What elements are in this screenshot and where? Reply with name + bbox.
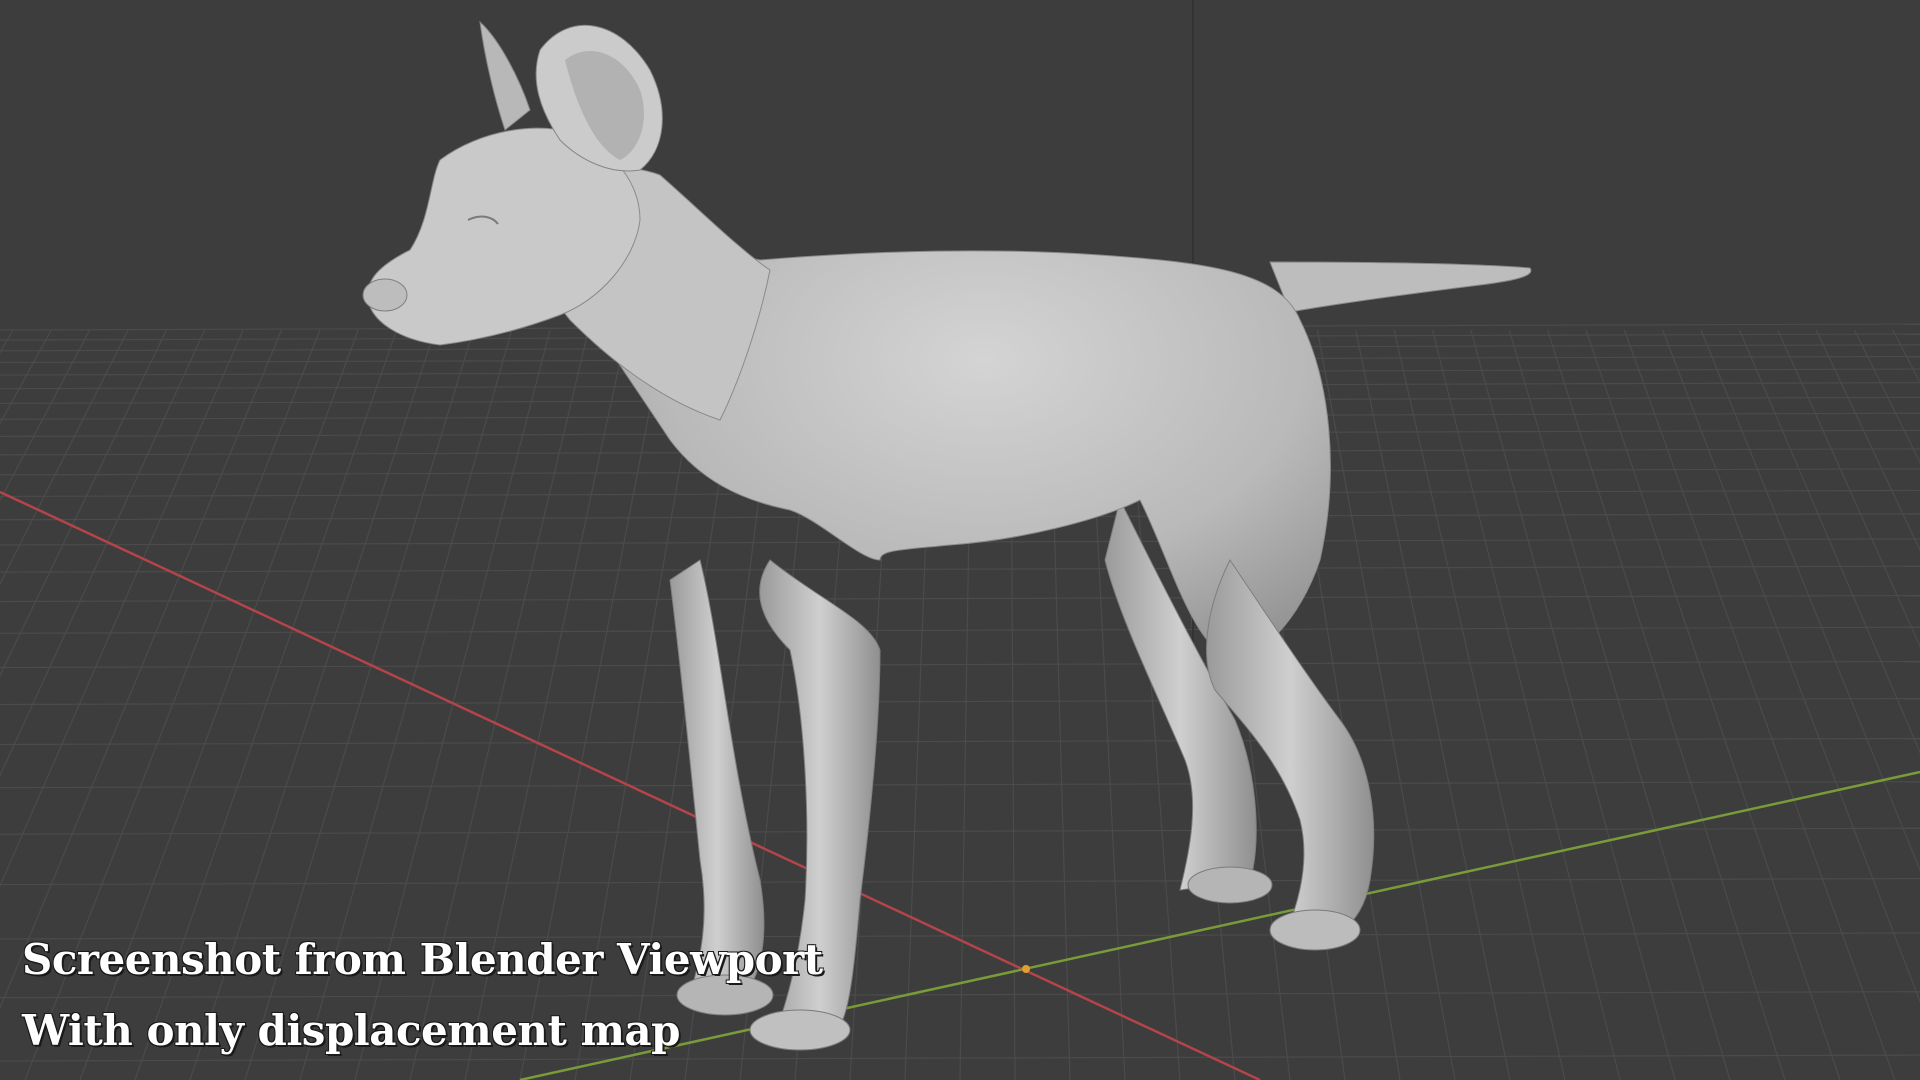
caption-line-2: With only displacement map (22, 1006, 681, 1055)
grid-line (0, 781, 1920, 789)
grid-line (1853, 329, 1920, 464)
grid-line (1585, 329, 1841, 1080)
grid-line (0, 877, 1920, 886)
grid-line (1815, 329, 1920, 552)
grid-line (1470, 329, 1676, 1080)
grid-line (0, 991, 1920, 999)
grid-line (0, 827, 1920, 835)
grid-line (1777, 329, 1920, 648)
grid-line (0, 697, 1920, 706)
grid-line (0, 660, 1920, 669)
3d-viewport[interactable]: Screenshot from Blender Viewport With on… (0, 0, 1920, 1080)
grid-line (0, 626, 1920, 634)
grid-line (1700, 329, 1920, 872)
grid-line (1547, 329, 1786, 1080)
grid-line (1662, 329, 1920, 1004)
grid-line (1431, 329, 1621, 1080)
grid-line (0, 565, 1920, 573)
grid-line (1738, 329, 1920, 754)
grid-line (1623, 329, 1896, 1080)
grid-line (0, 737, 1920, 746)
viewport-canvas[interactable] (0, 0, 1920, 1080)
grid-line (1355, 329, 1511, 1080)
grid-line (1508, 329, 1731, 1080)
grid-line (1393, 329, 1566, 1080)
world-origin (1022, 965, 1030, 973)
grid-line (1316, 329, 1456, 1080)
caption-line-1: Screenshot from Blender Viewport (22, 935, 823, 984)
